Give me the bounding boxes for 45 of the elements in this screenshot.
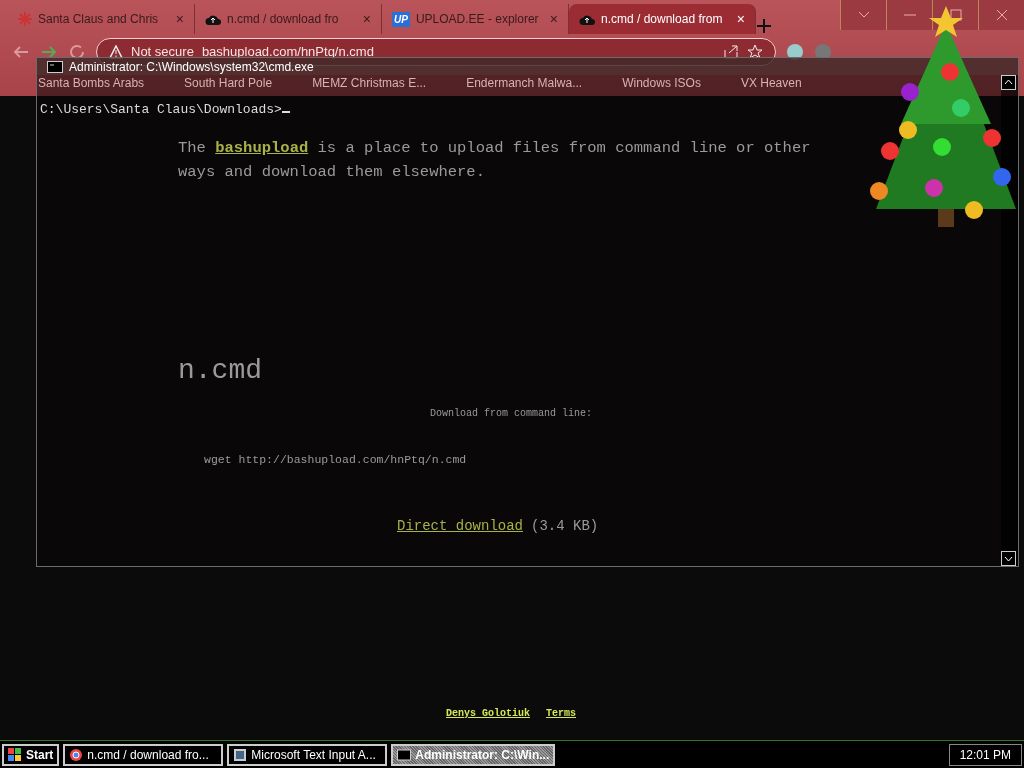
console-icon xyxy=(47,60,63,73)
taskbar-button[interactable]: n.cmd / download fro... xyxy=(63,743,224,766)
snowflake-icon xyxy=(18,12,32,26)
app-window-icon xyxy=(233,747,248,762)
scroll-up-icon[interactable] xyxy=(1001,75,1016,90)
bookmark[interactable]: VX Heaven xyxy=(740,74,802,92)
bookmark[interactable]: Windows ISOs xyxy=(622,74,701,92)
plus-icon[interactable] xyxy=(756,18,772,34)
share-icon[interactable] xyxy=(723,44,739,60)
console-icon xyxy=(397,747,412,762)
clock: 12:01 PM xyxy=(948,743,1022,766)
browser-tab[interactable]: n.cmd / download from × xyxy=(569,4,756,34)
reload-icon[interactable] xyxy=(68,43,86,61)
browser-icon xyxy=(69,747,84,762)
bashupload-link[interactable]: bashupload xyxy=(215,139,309,157)
command-line-label: Download from command line: xyxy=(430,407,593,421)
bookmark[interactable]: MEMZ Christmas E... xyxy=(312,74,427,92)
tab-title: Santa Claus and Chris xyxy=(38,11,159,28)
bookmark[interactable]: Santa Bombs Arabs xyxy=(38,74,145,92)
browser-tab[interactable]: UP UPLOAD.EE - explorer × xyxy=(382,4,569,34)
intro-paragraph: The bashupload is a place to upload files from command line or other ways and download them elsewhere. xyxy=(178,138,812,183)
file-size: (3.4 KB) xyxy=(531,518,599,535)
tab-title: UPLOAD.EE - explorer xyxy=(415,11,539,28)
file-name-heading: n.cmd xyxy=(178,354,262,388)
close-icon[interactable]: × xyxy=(736,8,745,30)
scroll-down-icon[interactable] xyxy=(1001,551,1016,566)
url-text: bashupload.com/hnPtq/n.cmd xyxy=(201,43,374,62)
star-icon[interactable] xyxy=(747,44,763,60)
bookmark[interactable]: South Hard Pole xyxy=(184,74,273,92)
text-cursor xyxy=(281,111,290,113)
start-button[interactable]: Start xyxy=(2,743,60,766)
direct-download-link[interactable]: Direct download xyxy=(397,518,524,535)
footer-link[interactable]: Terms xyxy=(546,706,577,721)
security-label: Not secure xyxy=(131,43,194,62)
tab-title: n.cmd / download fro xyxy=(227,11,339,28)
extension-icon[interactable] xyxy=(786,43,804,61)
tab-title: n.cmd / download from xyxy=(601,11,723,28)
windows-flag-icon xyxy=(8,747,22,762)
bookmark[interactable]: Endermanch Malwa... xyxy=(466,74,583,92)
command-prompt: C:\Users\Santa Claus\Downloads> xyxy=(40,102,282,117)
warning-icon xyxy=(109,45,123,59)
site-logo: UP xyxy=(392,11,410,27)
taskbar-button[interactable]: Microsoft Text Input A... xyxy=(227,743,388,766)
wget-command: wget http://bashupload.com/hnPtq/n.cmd xyxy=(204,452,467,468)
footer-link[interactable]: Denys Golotiuk xyxy=(446,706,530,721)
